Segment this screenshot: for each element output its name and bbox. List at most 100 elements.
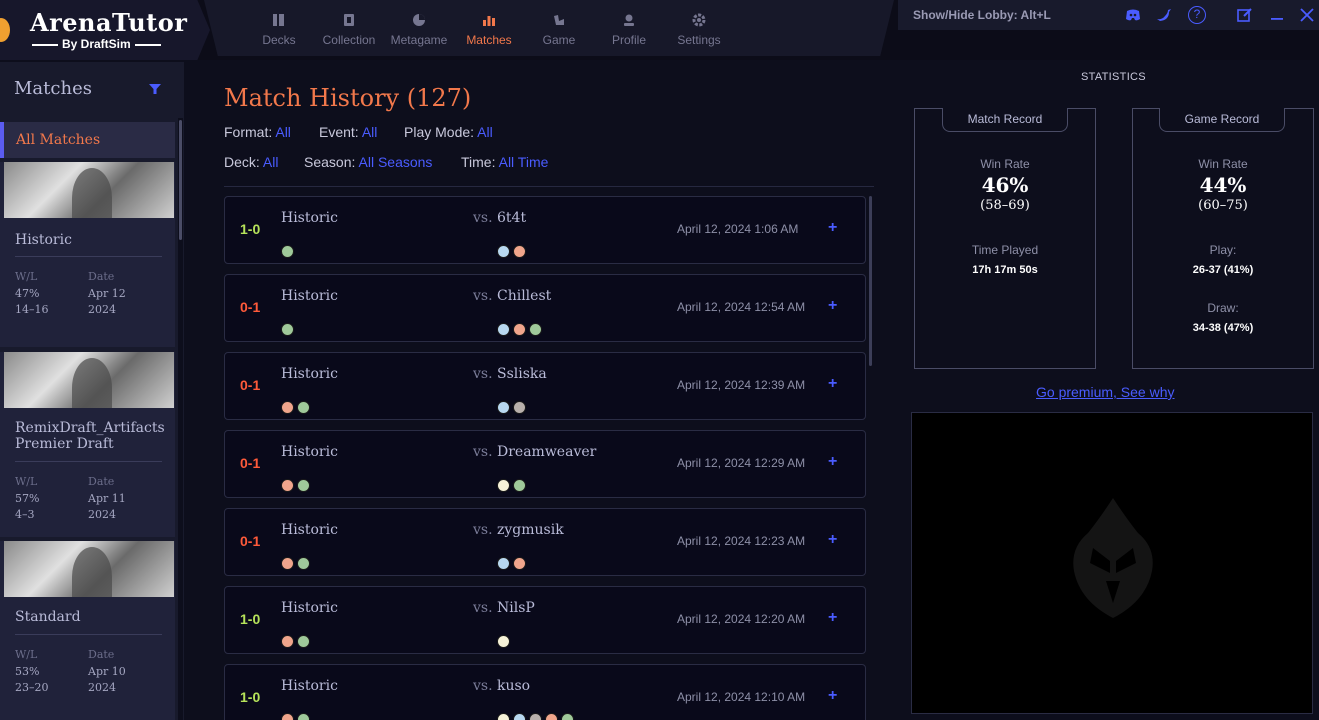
tab-matches[interactable]: Matches	[449, 0, 529, 56]
tab-label: Matches	[466, 33, 512, 47]
wl-record: 14–16	[15, 303, 49, 316]
filter-time[interactable]: Time: All Time	[461, 154, 548, 170]
sidebar-scrollbar-thumb[interactable]	[179, 120, 182, 240]
filter-play-mode[interactable]: Play Mode: All	[404, 124, 493, 140]
tab-game[interactable]: Game	[519, 0, 599, 56]
my-deck-colors: rg	[281, 623, 313, 648]
wl-label: W/L	[15, 648, 38, 661]
deck-card-art	[4, 541, 174, 597]
match-format: Historic	[281, 210, 338, 226]
opponent-deck-colors: ur	[497, 233, 529, 258]
mana-r-icon: r	[281, 401, 294, 414]
match-format: Historic	[281, 600, 338, 616]
app-logo[interactable]: ArenaTutor By DraftSim	[0, 0, 210, 60]
match-win-rate: 46%	[981, 173, 1029, 197]
match-row[interactable]: 1-0 Historic g vs.6t4t ur April 12, 2024 1:06…	[224, 196, 866, 264]
expand-match-button[interactable]: +	[828, 219, 837, 237]
go-premium-link[interactable]: Go premium, See why	[1036, 384, 1175, 400]
divider	[15, 461, 162, 462]
match-result: 0-1	[240, 299, 261, 315]
twitter-icon[interactable]	[1155, 6, 1173, 24]
time-played-label: Time Played	[971, 243, 1039, 257]
match-date: April 12, 2024 12:23 AM	[677, 534, 806, 548]
draw-value: 34-38 (47%)	[1192, 322, 1254, 334]
mana-g-icon: g	[281, 323, 294, 336]
filter-value[interactable]: All	[263, 154, 279, 170]
wl-record: 4–3	[15, 508, 35, 521]
my-deck-colors: g	[281, 233, 297, 258]
mana-g-icon: g	[561, 713, 574, 720]
vs-label: vs.	[473, 678, 493, 694]
opponent-name: zygmusik	[497, 522, 564, 538]
mana-r-icon: r	[513, 323, 526, 336]
filter-value[interactable]: All	[477, 124, 493, 140]
expand-match-button[interactable]: +	[828, 375, 837, 393]
page-title: Match History (127)	[224, 84, 472, 112]
tab-decks[interactable]: Decks	[239, 0, 319, 56]
match-result: 0-1	[240, 533, 261, 549]
edit-icon[interactable]	[1236, 6, 1254, 24]
tab-label: Decks	[262, 33, 296, 47]
filter-value[interactable]: All	[362, 124, 378, 140]
close-icon[interactable]	[1298, 6, 1316, 24]
filter-deck[interactable]: Deck: All	[224, 154, 278, 170]
match-format: Historic	[281, 678, 338, 694]
filter-value[interactable]: All Seasons	[359, 154, 433, 170]
mana-b-icon: b	[513, 401, 526, 414]
expand-match-button[interactable]: +	[828, 531, 837, 549]
filter-value[interactable]: All Time	[499, 154, 549, 170]
match-list-scrollbar[interactable]	[869, 196, 872, 366]
opponent-deck-colors: w	[497, 623, 513, 648]
deck-card-standard[interactable]: Standard W/L Date 53% 23–20 Apr 10 2024	[0, 541, 175, 720]
minimize-icon[interactable]	[1268, 6, 1286, 24]
match-row[interactable]: 0-1Historicrgvs.zygmusikurApril 12, 2024…	[224, 508, 866, 576]
deck-card-remixdraft[interactable]: RemixDraft_Artifacts Premier Draft W/L D…	[0, 352, 175, 537]
metagame-icon	[413, 14, 425, 26]
match-row[interactable]: 1-0 Historic rg vs.NilsP w April 12, 2024 12:…	[224, 586, 866, 654]
match-row[interactable]: 1-0Historicrgvs.kusowubrgApril 12, 2024 …	[224, 664, 866, 720]
match-format: Historic	[281, 366, 338, 382]
mana-g-icon: g	[297, 401, 310, 414]
sidebar: Matches All Matches Historic W/L Date 47…	[0, 62, 184, 720]
my-deck-colors: rg	[281, 545, 313, 570]
match-format: Historic	[281, 522, 338, 538]
discord-icon[interactable]	[1124, 6, 1142, 24]
match-row[interactable]: 0-1Historicrgvs.DreamweaverwgApril 12, 2…	[224, 430, 866, 498]
mana-u-icon: u	[497, 557, 510, 570]
deck-name: Historic	[15, 232, 72, 248]
tab-metagame[interactable]: Metagame	[379, 0, 459, 56]
filter-event[interactable]: Event: All	[319, 124, 377, 140]
draw-label: Draw:	[1207, 301, 1239, 315]
wl-percent: 53%	[15, 665, 40, 678]
expand-match-button[interactable]: +	[828, 453, 837, 471]
date-month-day: Apr 11	[88, 492, 126, 505]
vs-label: vs.	[473, 210, 493, 226]
help-icon[interactable]: ?	[1188, 6, 1206, 24]
date-year: 2024	[88, 508, 116, 521]
match-date: April 12, 2024 12:10 AM	[677, 690, 806, 704]
match-result: 1-0	[240, 689, 261, 705]
tab-collection[interactable]: Collection	[309, 0, 389, 56]
tab-profile[interactable]: Profile	[589, 0, 669, 56]
mana-u-icon: u	[497, 323, 510, 336]
mana-u-icon: u	[497, 401, 510, 414]
match-row[interactable]: 0-1Historicgvs.ChillesturgApril 12, 2024…	[224, 274, 866, 342]
filter-season[interactable]: Season: All Seasons	[304, 154, 432, 170]
my-deck-colors: rg	[281, 701, 313, 720]
tab-settings[interactable]: Settings	[659, 0, 739, 56]
expand-match-button[interactable]: +	[828, 297, 837, 315]
mana-g-icon: g	[297, 713, 310, 720]
match-row[interactable]: 0-1 Historic rg vs.Ssliska ub April 12, 2024 …	[224, 352, 866, 420]
filter-icon[interactable]	[148, 82, 162, 96]
expand-match-button[interactable]: +	[828, 687, 837, 705]
match-date: April 12, 2024 1:06 AM	[677, 222, 799, 236]
deck-name: Standard	[15, 609, 81, 625]
filter-value[interactable]: All	[275, 124, 291, 140]
sidebar-item-all-matches[interactable]: All Matches	[0, 122, 175, 158]
opponent-name: Chillest	[497, 288, 552, 304]
filter-format[interactable]: Format: All	[224, 124, 291, 140]
expand-match-button[interactable]: +	[828, 609, 837, 627]
mana-g-icon: g	[297, 557, 310, 570]
collection-icon	[344, 14, 354, 26]
deck-card-historic[interactable]: Historic W/L Date 47% 14–16 Apr 12 2024	[0, 162, 175, 347]
